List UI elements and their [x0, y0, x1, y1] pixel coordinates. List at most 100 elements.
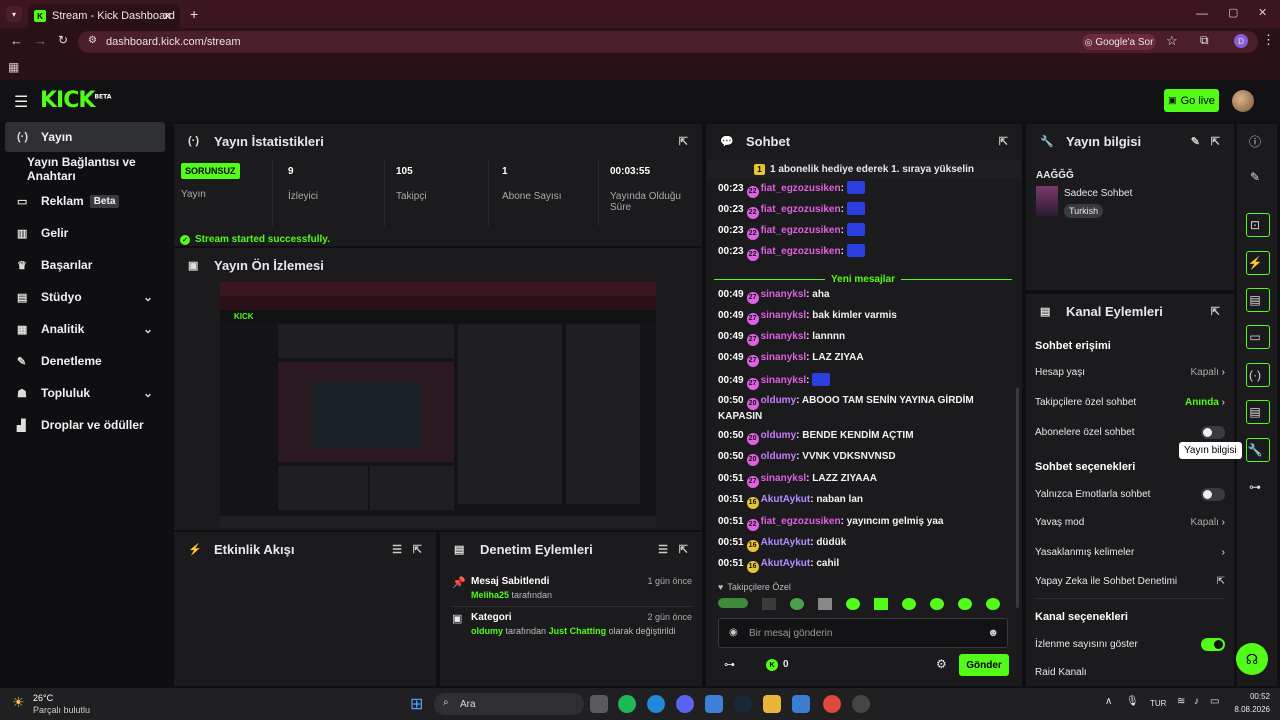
chat-username[interactable]: oldumy	[761, 395, 797, 406]
sidebar-item-reklam[interactable]: ▭ Reklam Beta	[5, 186, 165, 216]
sidebar-item-denetleme[interactable]: ✎ Denetleme	[5, 346, 165, 376]
emoji-icon[interactable]: ☻	[987, 627, 999, 639]
emote-icon[interactable]	[762, 598, 776, 610]
emote-icon[interactable]	[958, 598, 972, 610]
emote-icon[interactable]	[874, 598, 888, 610]
steam-icon[interactable]	[734, 695, 752, 713]
followers-chat-row[interactable]: Takipçilere özel sohbet Anında ›	[1035, 397, 1225, 408]
chat-username[interactable]: sinanyksl	[761, 289, 807, 300]
emote-icon[interactable]	[790, 598, 804, 610]
emote-icon[interactable]	[930, 598, 944, 610]
forward-icon[interactable]: →	[34, 33, 47, 48]
emote-icon[interactable]	[902, 598, 916, 610]
chrome-icon[interactable]	[823, 695, 841, 713]
chat-username[interactable]: sinanyksl	[761, 310, 807, 321]
volume-icon[interactable]: ♪	[1194, 696, 1199, 707]
gear-icon[interactable]: ⚙	[936, 657, 947, 671]
emote-icon[interactable]	[718, 598, 748, 608]
popout-icon[interactable]: ⇱	[679, 543, 688, 556]
edit-icon[interactable]: ✎	[1191, 135, 1200, 148]
url-field[interactable]: ⚙ dashboard.kick.com/stream	[78, 31, 1258, 53]
edge-icon[interactable]	[647, 695, 665, 713]
windows-start-icon[interactable]: ⊞	[410, 694, 423, 714]
go-live-button[interactable]: ▣ Go live	[1164, 89, 1219, 112]
subs-chat-toggle[interactable]	[1201, 426, 1225, 439]
chat-username[interactable]: oldumy	[761, 451, 797, 462]
share-icon[interactable]: ⊶	[1237, 472, 1273, 502]
chat-username[interactable]: oldumy	[761, 430, 797, 441]
emote-icon[interactable]	[846, 181, 865, 194]
chat-username[interactable]: fiat_egzozusiken	[761, 246, 841, 257]
popout-icon[interactable]: ⇱	[679, 135, 688, 148]
chat-username[interactable]: fiat_egzozusiken	[761, 516, 841, 527]
chat-username[interactable]: sinanyksl	[761, 473, 807, 484]
popout-icon[interactable]: ⇱	[999, 135, 1008, 148]
stream-category[interactable]: Sadece Sohbet	[1064, 188, 1132, 199]
support-headset-icon[interactable]: ☊	[1236, 643, 1268, 675]
chat-icon[interactable]: ▭	[1237, 322, 1273, 352]
emote-icon[interactable]	[812, 373, 831, 386]
pencil-icon[interactable]: ✎	[1237, 162, 1273, 192]
emote-icon[interactable]	[986, 598, 1000, 610]
account-age-row[interactable]: Hesap yaşı Kapalı ›	[1035, 367, 1225, 378]
hamburger-menu-icon[interactable]: ☰	[14, 92, 28, 112]
chat-username[interactable]: fiat_egzozusiken	[761, 204, 841, 215]
slow-mode-row[interactable]: Yavaş mod Kapalı ›	[1035, 517, 1225, 528]
apps-grid-icon[interactable]: ▦	[8, 60, 19, 74]
app-icon[interactable]	[705, 695, 723, 713]
task-view-icon[interactable]	[590, 695, 608, 713]
lightning-icon[interactable]: ⚡	[1237, 248, 1273, 278]
chat-username[interactable]: sinanyksl	[761, 375, 807, 386]
chat-username[interactable]: sinanyksl	[761, 352, 807, 363]
send-button[interactable]: Gönder	[959, 654, 1009, 676]
tray-chevron-icon[interactable]: ∧	[1105, 696, 1112, 707]
chat-username[interactable]: sinanyksl	[761, 331, 807, 342]
browser-tab[interactable]: K Stream - Kick Dashboard ✕	[28, 4, 180, 28]
mod-user[interactable]: oldumy	[471, 626, 503, 636]
close-window-icon[interactable]: ✕	[1258, 6, 1267, 19]
sidebar-item-analitik[interactable]: ▦ Analitik ⌄	[5, 314, 165, 344]
mod-user[interactable]: Meliha25	[471, 590, 509, 600]
popout-icon[interactable]: ⇱	[1211, 305, 1220, 318]
emote-icon[interactable]	[846, 244, 865, 257]
chat-scrollbar[interactable]	[1016, 388, 1019, 608]
actions-icon[interactable]: ▤	[1237, 397, 1273, 427]
sidebar-item-droplar[interactable]: ▟ Droplar ve ödüller	[5, 410, 165, 440]
lang-indicator[interactable]: TUR	[1150, 699, 1166, 708]
clock-date[interactable]: 8.08.2026	[1224, 705, 1270, 714]
emote-icon[interactable]	[846, 202, 865, 215]
chat-input[interactable]: ◉ Bir mesaj gönderin ☻	[718, 618, 1008, 648]
sidebar-item-stream-key[interactable]: Yayın Bağlantısı ve Anahtarı	[5, 154, 165, 184]
chat-username[interactable]: AkutAykut	[761, 558, 811, 569]
chat-username[interactable]: fiat_egzozusiken	[761, 183, 841, 194]
filter-icon[interactable]: ☰	[658, 543, 668, 556]
raid-row[interactable]: Raid Kanalı	[1035, 667, 1225, 678]
banned-words-row[interactable]: Yasaklanmış kelimeler ›	[1035, 547, 1225, 558]
info-icon[interactable]: ⓘ	[1237, 126, 1273, 156]
emote-only-toggle[interactable]	[1201, 488, 1225, 501]
file-explorer-icon[interactable]	[763, 695, 781, 713]
google-ask-button[interactable]: ◎ Google'a Sor	[1082, 34, 1156, 50]
browser-menu-icon[interactable]: ⋮	[1262, 32, 1275, 48]
wrench-icon[interactable]: 🔧	[1237, 435, 1273, 465]
minimize-icon[interactable]: —	[1196, 6, 1208, 20]
battery-icon[interactable]: ▭	[1210, 696, 1219, 707]
chat-username[interactable]: fiat_egzozusiken	[761, 225, 841, 236]
reload-icon[interactable]: ↻	[58, 33, 68, 47]
close-tab-icon[interactable]: ✕	[163, 10, 172, 23]
extensions-icon[interactable]: ⧉	[1200, 33, 1209, 48]
spotify-icon[interactable]	[618, 695, 636, 713]
emote-icon[interactable]	[846, 598, 860, 610]
clock-time[interactable]: 00:52	[1238, 692, 1270, 701]
tab-list-icon[interactable]: ▾	[6, 6, 22, 22]
store-icon[interactable]	[792, 695, 810, 713]
discord-icon[interactable]	[676, 695, 694, 713]
show-viewers-toggle[interactable]	[1201, 638, 1225, 651]
sidebar-item-gelir[interactable]: ▥ Gelir	[5, 218, 165, 248]
new-tab-icon[interactable]: +	[190, 6, 198, 22]
mic-icon[interactable]: 🎙	[1126, 696, 1139, 707]
chat-username[interactable]: AkutAykut	[761, 494, 811, 505]
ai-moderation-row[interactable]: Yapay Zeka ile Sohbet Denetimi ⇱	[1035, 576, 1225, 587]
weather-icon[interactable]: ☀	[12, 694, 25, 711]
broadcast-icon[interactable]: (·)	[1237, 360, 1273, 390]
